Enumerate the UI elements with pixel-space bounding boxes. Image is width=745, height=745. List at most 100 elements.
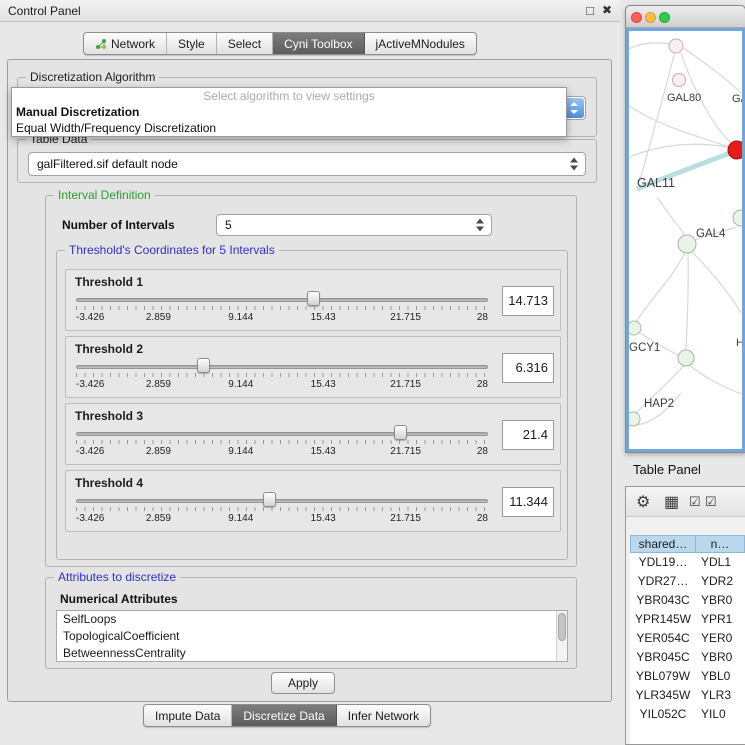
- cell-shared-name[interactable]: YDR27…: [630, 572, 696, 591]
- numerical-attributes-list[interactable]: SelfLoops TopologicalCoefficient Between…: [56, 610, 568, 662]
- cell-shared-name[interactable]: YBR045C: [630, 648, 696, 667]
- option-manual-discretization[interactable]: Manual Discretization: [12, 104, 566, 120]
- list-scrollbar[interactable]: [556, 611, 567, 661]
- network-node-selected[interactable]: [728, 141, 743, 159]
- stepper-icon[interactable]: [476, 219, 485, 232]
- cell-shared-name[interactable]: YBL079W: [630, 667, 696, 686]
- network-node[interactable]: [673, 74, 686, 87]
- table-panel-window: ⚙ ▦ ☑ ☑ shared… n… YDL19… YDL1 YDR27… YD…: [625, 486, 745, 745]
- combobox-stepper-icon[interactable]: [564, 98, 584, 118]
- thresholds-legend: Threshold's Coordinates for 5 Intervals: [65, 243, 279, 258]
- network-node[interactable]: [629, 412, 640, 426]
- table-row[interactable]: YER054C YER0: [630, 629, 745, 648]
- tab-discretize-data[interactable]: Discretize Data: [232, 705, 336, 726]
- number-of-intervals-combobox[interactable]: 5: [216, 214, 492, 236]
- cell-shared-name[interactable]: YBR043C: [630, 591, 696, 610]
- threshold-1-row: Threshold 1 -3.426 2.859 9.144 15.43 21.…: [65, 269, 561, 331]
- interval-definition-group: Interval Definition Number of Intervals …: [45, 195, 577, 567]
- gear-icon[interactable]: ⚙: [636, 492, 650, 512]
- slider-thumb[interactable]: [394, 425, 407, 440]
- column-header-shared[interactable]: shared…: [630, 535, 696, 553]
- minimize-traffic-light-icon[interactable]: [645, 12, 656, 23]
- tab-select[interactable]: Select: [217, 33, 273, 54]
- cell-name[interactable]: YIL0: [696, 705, 745, 724]
- table-row[interactable]: YBR043C YBR0: [630, 591, 745, 610]
- network-node[interactable]: [678, 235, 696, 253]
- table-row[interactable]: YIL052C YIL0: [630, 705, 745, 724]
- cell-name[interactable]: YBR0: [696, 591, 745, 610]
- threshold-1-value-field[interactable]: 14.713: [502, 286, 554, 316]
- cell-shared-name[interactable]: YER054C: [630, 629, 696, 648]
- table-data-combobox[interactable]: galFiltered.sif default node: [28, 152, 586, 176]
- threshold-2-slider[interactable]: -3.426 2.859 9.144 15.43 21.715 28: [76, 357, 488, 395]
- threshold-4-value-field[interactable]: 11.344: [502, 487, 554, 517]
- scale-label: 2.859: [146, 513, 171, 524]
- slider-thumb[interactable]: [263, 492, 276, 507]
- network-window-titlebar[interactable]: [626, 6, 745, 28]
- threshold-2-value-field[interactable]: 6.316: [502, 353, 554, 383]
- select-all-checkbox-icon[interactable]: ☑: [689, 494, 701, 510]
- tab-network[interactable]: Network: [84, 33, 167, 54]
- table-row[interactable]: YLR345W YLR3: [630, 686, 745, 705]
- cell-name[interactable]: YLR3: [696, 686, 745, 705]
- cell-shared-name[interactable]: YPR145W: [630, 610, 696, 629]
- top-tabbar: Network Style Select Cyni Toolbox jActiv…: [83, 32, 477, 55]
- threshold-4-slider[interactable]: -3.426 2.859 9.144 15.43 21.715 28: [76, 491, 488, 529]
- threshold-3-slider[interactable]: -3.426 2.859 9.144 15.43 21.715 28: [76, 424, 488, 462]
- cell-name[interactable]: YER0: [696, 629, 745, 648]
- cell-name[interactable]: YBR0: [696, 648, 745, 667]
- slider-thumb[interactable]: [307, 291, 320, 306]
- close-traffic-light-icon[interactable]: [631, 12, 642, 23]
- columns-icon[interactable]: ▦: [664, 492, 679, 512]
- scrollbar-thumb[interactable]: [558, 613, 566, 641]
- table-row[interactable]: YDR27… YDR2: [630, 572, 745, 591]
- tab-infer-network[interactable]: Infer Network: [337, 705, 430, 726]
- cell-name[interactable]: YBL0: [696, 667, 745, 686]
- table-data-value: galFiltered.sif default node: [37, 157, 178, 171]
- list-item[interactable]: SelfLoops: [57, 611, 567, 628]
- network-node[interactable]: [629, 321, 641, 335]
- threshold-1-slider[interactable]: -3.426 2.859 9.144 15.43 21.715 28: [76, 290, 488, 328]
- slider-track[interactable]: [76, 432, 488, 436]
- column-header-name[interactable]: n…: [696, 535, 745, 553]
- tab-impute-data[interactable]: Impute Data: [144, 705, 232, 726]
- table-row[interactable]: YBR045C YBR0: [630, 648, 745, 667]
- tab-cyni-toolbox[interactable]: Cyni Toolbox: [273, 33, 364, 54]
- stepper-icon[interactable]: [570, 158, 579, 171]
- cell-shared-name[interactable]: YLR345W: [630, 686, 696, 705]
- tab-jactivemnodules[interactable]: jActiveMNodules: [365, 33, 476, 54]
- network-node[interactable]: [678, 350, 694, 366]
- tab-cyni-toolbox-label: Cyni Toolbox: [284, 37, 352, 51]
- slider-track[interactable]: [76, 499, 488, 503]
- checkbox-icon[interactable]: ☑: [705, 494, 717, 510]
- threshold-2-row: Threshold 2 -3.426 2.859 9.144 15.43 21.…: [65, 336, 561, 398]
- cell-name[interactable]: YDR2: [696, 572, 745, 591]
- list-item[interactable]: TopologicalCoefficient: [57, 628, 567, 645]
- tab-network-label: Network: [111, 37, 155, 51]
- table-row[interactable]: YBL079W YBL0: [630, 667, 745, 686]
- cell-shared-name[interactable]: YDL19…: [630, 553, 696, 572]
- cell-name[interactable]: YDL1: [696, 553, 745, 572]
- apply-button[interactable]: Apply: [271, 672, 335, 694]
- tab-discretize-data-label: Discretize Data: [243, 709, 324, 723]
- slider-thumb[interactable]: [197, 358, 210, 373]
- algorithm-dropdown-popup: Select algorithm to view settings Manual…: [11, 87, 567, 137]
- network-canvas[interactable]: GAL80 GA GAL11 GAL4 GCY1 H HAP2: [629, 31, 743, 452]
- slider-scale: -3.426 2.859 9.144 15.43 21.715 28: [76, 379, 488, 391]
- cell-shared-name[interactable]: YIL052C: [630, 705, 696, 724]
- cell-name[interactable]: YPR1: [696, 610, 745, 629]
- close-window-icon[interactable]: ✖: [602, 3, 612, 17]
- threshold-3-value-field[interactable]: 21.4: [502, 420, 554, 450]
- list-item[interactable]: BetweennessCentrality: [57, 645, 567, 662]
- table-row[interactable]: YDL19… YDL1: [630, 553, 745, 572]
- network-node[interactable]: [733, 210, 743, 226]
- float-window-icon[interactable]: □: [586, 3, 594, 18]
- slider-track[interactable]: [76, 298, 488, 302]
- tab-style[interactable]: Style: [167, 33, 217, 54]
- network-node[interactable]: [669, 39, 683, 53]
- slider-track[interactable]: [76, 365, 488, 369]
- zoom-traffic-light-icon[interactable]: [659, 12, 670, 23]
- threshold-4-row: Threshold 4 -3.426 2.859 9.144 15.43 21.…: [65, 470, 561, 532]
- table-row[interactable]: YPR145W YPR1: [630, 610, 745, 629]
- option-equal-width-frequency[interactable]: Equal Width/Frequency Discretization: [12, 120, 566, 136]
